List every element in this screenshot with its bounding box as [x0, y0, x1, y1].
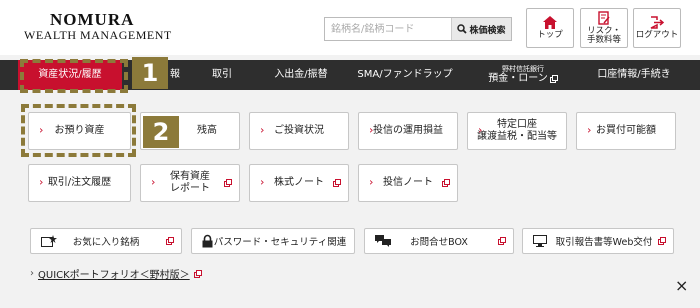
top-button-label: トップ: [537, 29, 563, 40]
tile-trade-history[interactable]: › 取引/注文履歴: [28, 164, 131, 202]
external-window-icon: [498, 237, 506, 245]
close-button[interactable]: ×: [675, 276, 688, 295]
tile-label-1: 保有資産: [170, 171, 210, 182]
chevron-right-icon: ›: [151, 175, 156, 189]
nav-asset-status-history[interactable]: 資産状況/履歴: [18, 60, 122, 90]
nav-deposit-withdraw[interactable]: 入出金/振替: [258, 60, 344, 90]
document-pen-icon: [598, 10, 610, 25]
risk-fees-button[interactable]: リスク・ 手数料等: [580, 8, 628, 48]
tile-label: 取引/注文履歴: [47, 177, 112, 188]
nav-trade[interactable]: 取引: [190, 60, 254, 90]
logo-nomura[interactable]: NOMURA: [50, 10, 134, 30]
tile-specific-account[interactable]: › 特定口座 譲渡益税・配当等: [467, 112, 567, 150]
tile-fund-note[interactable]: › 投信ノート: [358, 164, 458, 202]
external-window-icon: [549, 75, 558, 84]
search-icon: [457, 24, 468, 34]
logout-button-label: ログアウト: [635, 29, 679, 40]
chevron-right-icon: ›: [30, 268, 34, 279]
favorites-label: お気に入り銘柄: [72, 237, 140, 248]
top-button[interactable]: トップ: [526, 8, 574, 48]
tile-holdings-report[interactable]: › 保有資産 レポート: [140, 164, 240, 202]
tile-purchasable-amount[interactable]: › お買付可能額: [576, 112, 676, 150]
nav-label: 報: [170, 69, 180, 81]
logo-wealth-management[interactable]: WEALTH MANAGEMENT: [24, 28, 172, 43]
password-security-label: パスワード・セキュリティ関連: [213, 237, 347, 248]
chevron-right-icon: ›: [260, 175, 265, 189]
step-badge-2: 2: [143, 116, 179, 148]
search-box: 株価検索: [324, 17, 512, 41]
trade-report-web-label: 取引報告書等Web交付: [555, 237, 653, 248]
external-window-icon: [333, 179, 341, 187]
nav-label: 取引: [212, 69, 232, 81]
external-window-icon: [193, 269, 202, 278]
tile-label: ご投資状況: [274, 125, 324, 136]
nav-deposit-loan[interactable]: 野村信託銀行 預金・ローン: [478, 60, 568, 90]
tile-stock-note[interactable]: › 株式ノート: [249, 164, 349, 202]
nav-label: 入出金/振替: [274, 69, 328, 81]
nav-label: SMA/ファンドラップ: [357, 69, 453, 81]
risk-fees-label-2: 手数料等: [586, 35, 621, 45]
tile-label-2: 譲渡益税・配当等: [477, 131, 557, 142]
tile-label: お預り資産: [54, 125, 105, 136]
tile-fund-pnl[interactable]: › 投信の運用損益: [358, 112, 458, 150]
external-window-icon: [166, 237, 174, 245]
chevron-right-icon: ›: [39, 123, 44, 137]
chevron-right-icon: ›: [369, 175, 374, 189]
favorites-button[interactable]: お気に入り銘柄: [30, 228, 182, 254]
quick-portfolio-link[interactable]: QUICKポートフォリオ＜野村版＞: [38, 266, 190, 281]
nav-account-procedures[interactable]: 口座情報/手続き: [582, 60, 686, 90]
chevron-right-icon: ›: [369, 123, 374, 137]
inquiry-box-label: お問合せBOX: [410, 237, 468, 248]
chevron-right-icon: ›: [260, 123, 265, 137]
tile-label: 投信の運用損益: [373, 125, 443, 136]
tile-label: 株式ノート: [274, 177, 324, 188]
chevron-right-icon: ›: [478, 123, 483, 137]
chevron-right-icon: ›: [587, 123, 592, 137]
inquiry-box-button[interactable]: お問合せBOX: [364, 228, 514, 254]
logout-icon: [650, 16, 664, 29]
logout-button[interactable]: ログアウト: [633, 8, 681, 48]
home-icon: [543, 15, 557, 29]
external-window-icon: [224, 179, 232, 187]
tile-label-1: 特定口座: [497, 119, 537, 130]
main-navbar: 資産状況/履歴 報 取引 入出金/振替 SMA/ファンドラップ 野村信託銀行 預…: [0, 60, 700, 90]
external-window-icon: [658, 237, 666, 245]
search-input[interactable]: [325, 18, 451, 40]
trade-report-web-button[interactable]: 取引報告書等Web交付: [522, 228, 674, 254]
search-button[interactable]: 株価検索: [451, 18, 511, 40]
tile-label-2: レポート: [170, 183, 210, 194]
chevron-right-icon: ›: [39, 175, 44, 189]
tile-label: お買付可能額: [596, 125, 656, 136]
tile-deposited-assets[interactable]: › お預り資産: [28, 112, 131, 150]
tile-investment-status[interactable]: › ご投資状況: [249, 112, 349, 150]
nav-label: 口座情報/手続き: [597, 69, 671, 81]
tile-label: 投信ノート: [383, 177, 433, 188]
step-badge-1: 1: [132, 57, 168, 89]
nav-label: 預金・ローン: [488, 73, 548, 85]
header: NOMURA WEALTH MANAGEMENT 株価検索 トップ リスク・ 手…: [0, 0, 700, 55]
nav-sma-fundwrap[interactable]: SMA/ファンドラップ: [350, 60, 460, 90]
password-security-button[interactable]: パスワード・セキュリティ関連: [191, 228, 355, 254]
external-window-icon: [442, 179, 450, 187]
search-button-label: 株価検索: [469, 25, 506, 36]
quick-portfolio-link-row[interactable]: › QUICKポートフォリオ＜野村版＞: [30, 266, 202, 281]
nav-label: 資産状況/履歴: [38, 69, 102, 81]
